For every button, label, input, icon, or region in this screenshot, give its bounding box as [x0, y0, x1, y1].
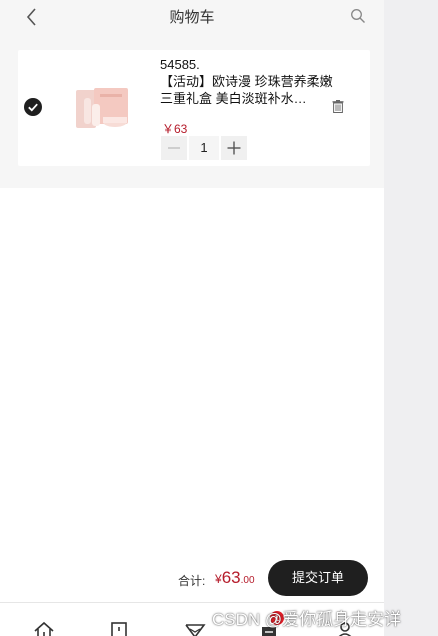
- total-integer: 63: [221, 568, 241, 587]
- product-title: 【活动】欧诗漫 珍珠营养柔嫩三重礼盒 美白淡斑补水…: [160, 74, 333, 106]
- total-currency: ¥: [215, 572, 222, 586]
- empty-area: [0, 188, 384, 600]
- total-label: 合计:: [178, 574, 206, 588]
- search-icon[interactable]: [350, 8, 366, 24]
- category-icon[interactable]: [108, 621, 130, 636]
- product-name[interactable]: 54585. 【活动】欧诗漫 珍珠营养柔嫩三重礼盒 美白淡斑补水…: [160, 56, 334, 107]
- page-title: 购物车: [169, 9, 215, 26]
- page-gutter: [384, 0, 438, 636]
- decrease-button[interactable]: [161, 136, 187, 160]
- plus-icon: [227, 141, 241, 155]
- total-price: ¥63.00: [215, 568, 255, 588]
- quantity-stepper: 1: [161, 136, 247, 160]
- total-cents: .00: [240, 575, 255, 586]
- watermark: CSDN @爱你孤身走安详: [212, 610, 402, 629]
- minus-icon: [168, 147, 180, 149]
- header: 购物车: [0, 0, 384, 36]
- product-price: ￥63: [162, 122, 188, 136]
- home-icon[interactable]: [33, 621, 55, 636]
- checkout-bar: 合计: ¥63.00 提交订单: [0, 556, 384, 602]
- cart-item[interactable]: 54585. 【活动】欧诗漫 珍珠营养柔嫩三重礼盒 美白淡斑补水… ￥63 1: [18, 50, 370, 166]
- diamond-icon[interactable]: [184, 621, 206, 636]
- product-code: 54585.: [160, 57, 200, 72]
- cart-list: 54585. 【活动】欧诗漫 珍珠营养柔嫩三重礼盒 美白淡斑补水… ￥63 1: [0, 36, 384, 188]
- checked-circle-icon[interactable]: [24, 98, 42, 116]
- trash-icon[interactable]: [332, 100, 344, 113]
- submit-order-button[interactable]: 提交订单: [268, 560, 368, 596]
- quantity-value[interactable]: 1: [189, 136, 219, 160]
- product-image[interactable]: [70, 84, 136, 136]
- increase-button[interactable]: [221, 136, 247, 160]
- cart-page: 购物车 54585. 【活动】欧诗漫 珍珠营养柔嫩三重礼盒 美白淡斑补水… ￥6…: [0, 0, 384, 636]
